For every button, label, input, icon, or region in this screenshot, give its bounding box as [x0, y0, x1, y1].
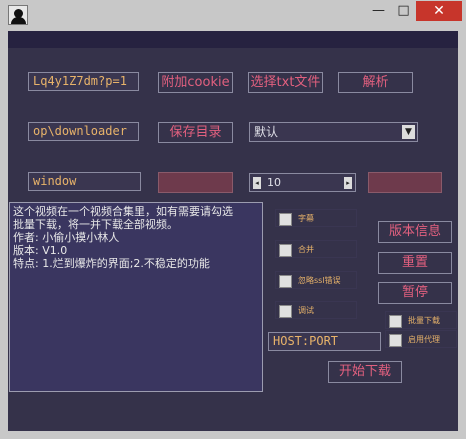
quality-select-value: 默认: [254, 125, 279, 139]
pause-button[interactable]: 暂停: [378, 282, 452, 304]
window-frame-bottom: [0, 431, 466, 439]
url-input[interactable]: Lq4y1Z7dm?p=1: [28, 72, 139, 91]
close-button[interactable]: ✕: [416, 1, 462, 21]
debug-checkbox[interactable]: [279, 305, 292, 318]
debug-option[interactable]: 调试: [275, 301, 357, 319]
info-textbox[interactable]: 这个视频在一个视频合集里，如有需要请勾选 批量下载，将一并下载全部视频。 作者:…: [9, 202, 263, 392]
ignore-ssl-checkbox[interactable]: [279, 275, 292, 288]
merge-label: 合并: [298, 245, 314, 254]
disabled-action-button: [158, 172, 233, 193]
download-dir-input[interactable]: op\downloader: [28, 122, 139, 141]
disabled-stop-button: [368, 172, 442, 193]
subtitle-option[interactable]: 字幕: [275, 209, 357, 227]
batch-download-label: 批量下载: [408, 316, 440, 325]
app-user-icon: [8, 5, 28, 25]
spin-increment-icon[interactable]: ▸: [344, 177, 352, 189]
ignore-ssl-label: 忽略ssl错误: [298, 276, 341, 285]
ignore-ssl-option[interactable]: 忽略ssl错误: [275, 271, 357, 289]
add-cookie-button[interactable]: 附加cookie: [158, 72, 233, 93]
batch-download-checkbox[interactable]: [389, 315, 402, 328]
merge-option[interactable]: 合并: [275, 240, 357, 258]
enable-proxy-option[interactable]: 启用代理: [385, 330, 457, 348]
parse-button[interactable]: 解析: [338, 72, 413, 93]
enable-proxy-label: 启用代理: [408, 335, 440, 344]
reset-button[interactable]: 重置: [378, 252, 452, 274]
chevron-down-icon[interactable]: ▼: [402, 125, 415, 139]
enable-proxy-checkbox[interactable]: [389, 334, 402, 347]
window-input[interactable]: window: [28, 172, 141, 191]
quality-select[interactable]: 默认 ▼: [249, 122, 418, 142]
window-frame-right: [458, 31, 466, 439]
save-dir-button[interactable]: 保存目录: [158, 122, 233, 143]
maximize-button[interactable]: □: [391, 1, 416, 21]
batch-download-option[interactable]: 批量下载: [385, 311, 457, 329]
subtitle-label: 字幕: [298, 214, 314, 223]
subtitle-checkbox[interactable]: [279, 213, 292, 226]
select-txt-button[interactable]: 选择txt文件: [248, 72, 323, 93]
spin-value: 10: [267, 176, 281, 189]
proxy-host-port-input[interactable]: HOST:PORT: [268, 332, 381, 351]
window-frame-left: [0, 31, 8, 439]
spin-decrement-icon[interactable]: ◂: [253, 177, 261, 189]
minimize-button[interactable]: —: [366, 1, 391, 21]
start-download-button[interactable]: 开始下载: [328, 361, 402, 383]
debug-label: 调试: [298, 306, 314, 315]
version-info-button[interactable]: 版本信息: [378, 221, 452, 243]
top-strip: [8, 31, 458, 48]
merge-checkbox[interactable]: [279, 244, 292, 257]
thread-count-spinbox[interactable]: ◂ 10 ▸: [249, 173, 356, 192]
